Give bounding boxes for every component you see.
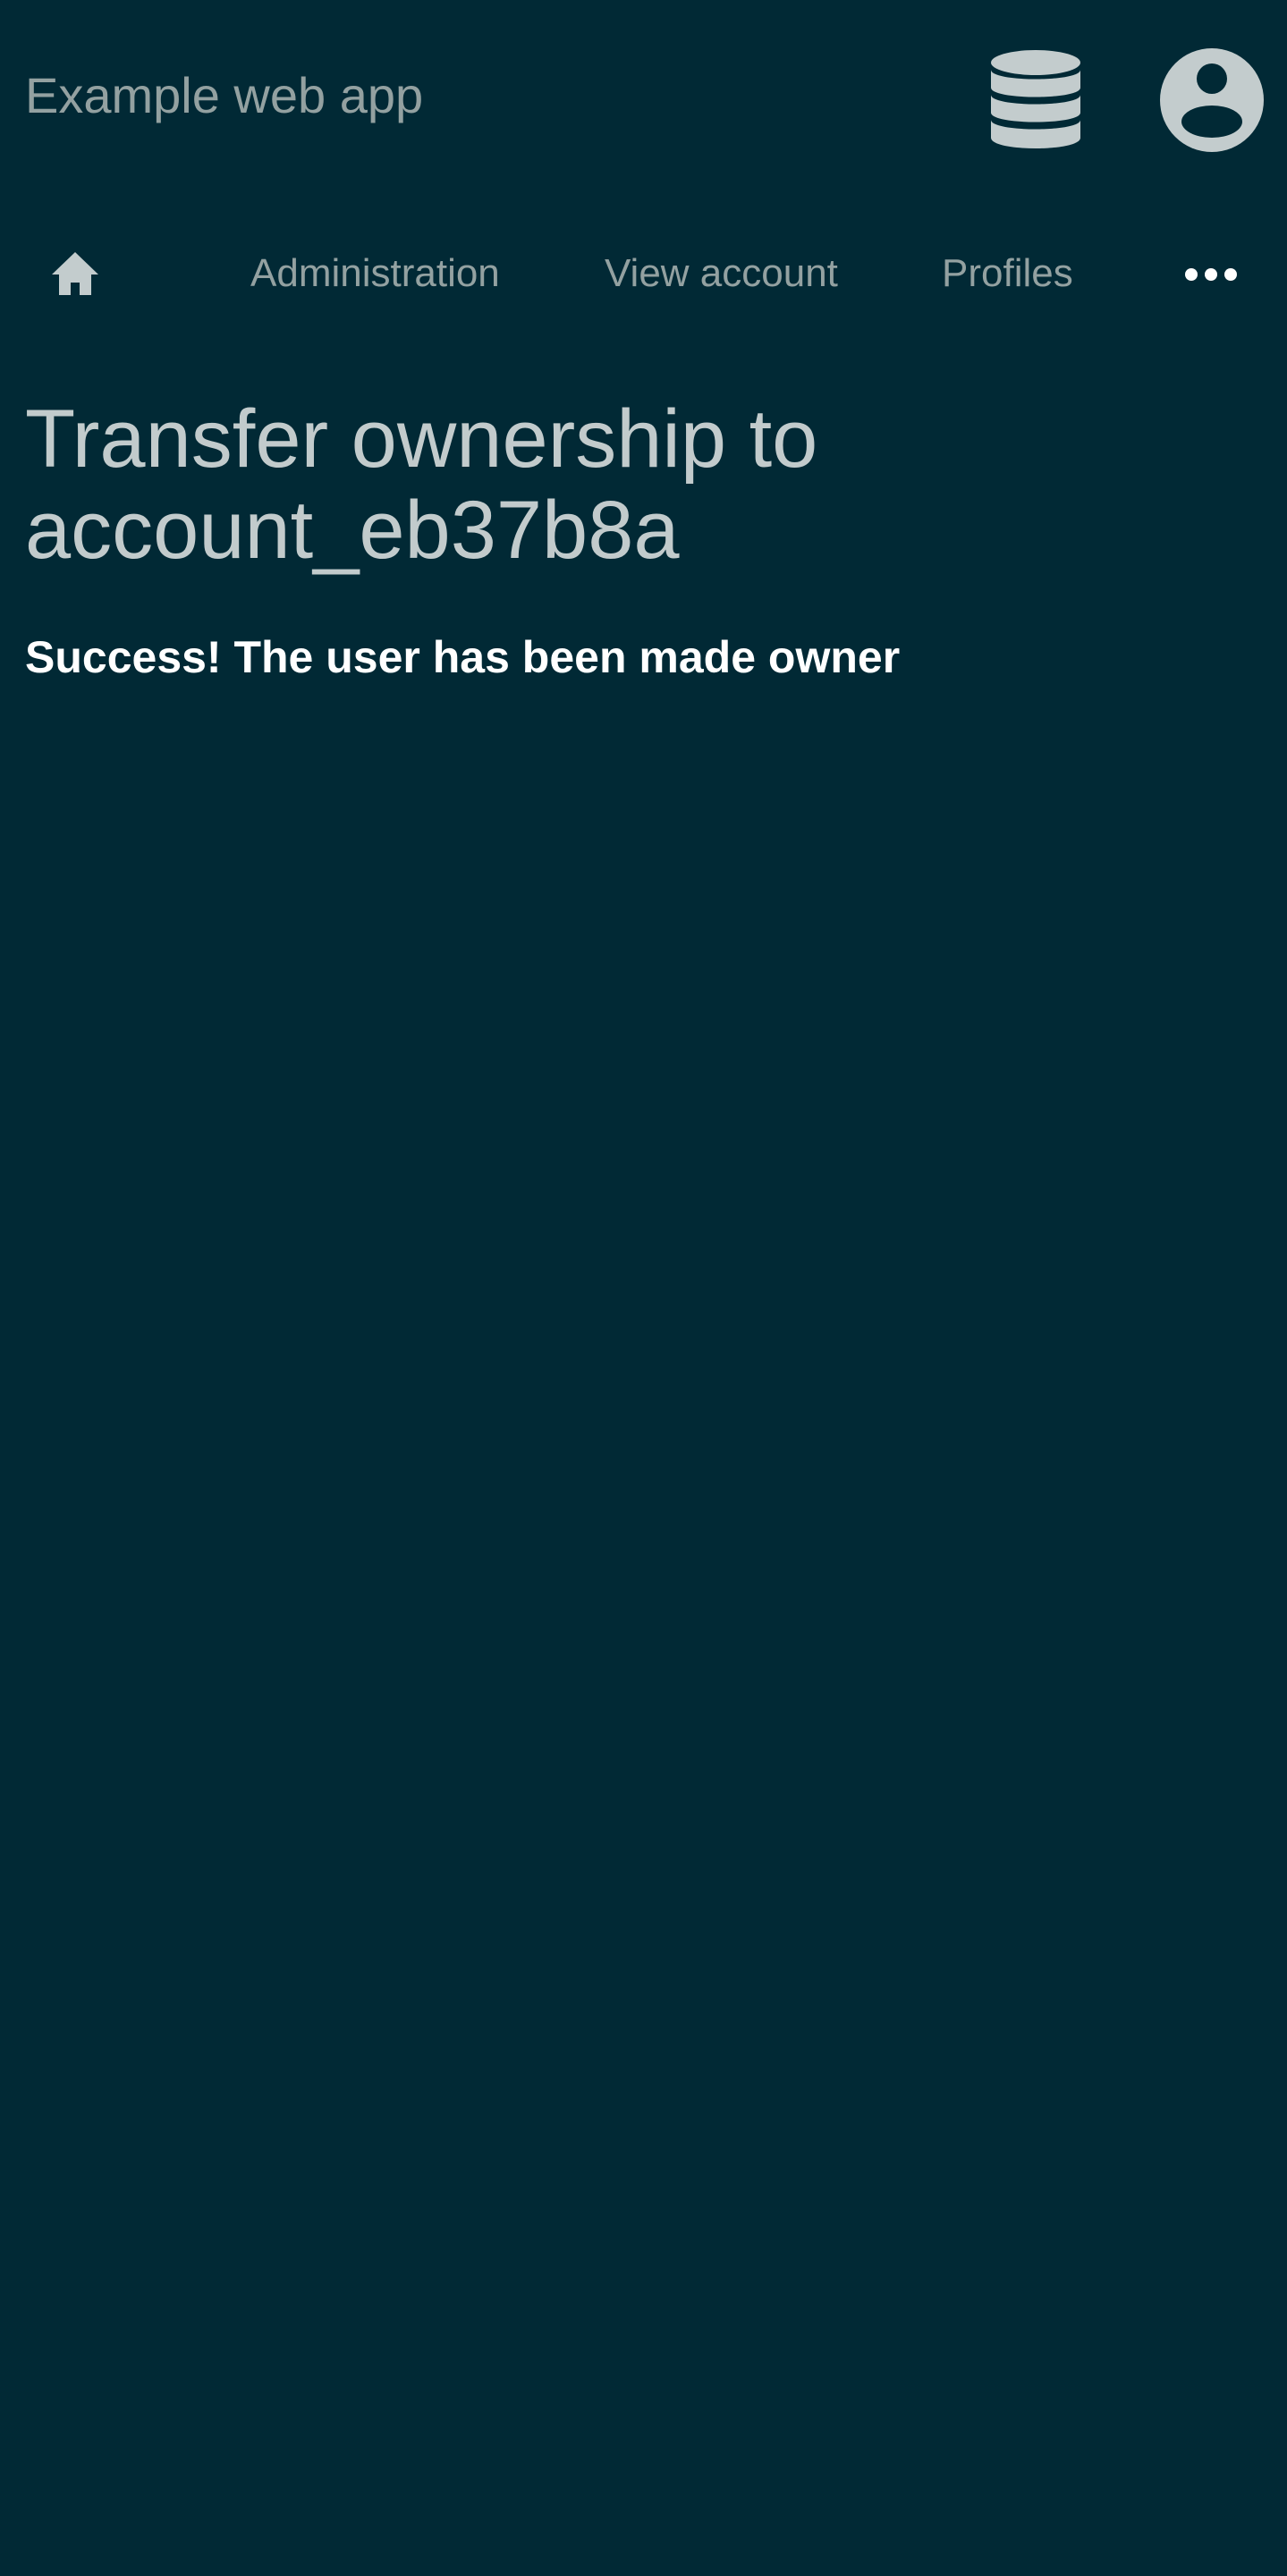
page-title: Transfer ownership to account_eb37b8a: [25, 393, 818, 576]
nav-item-administration[interactable]: Administration: [250, 247, 500, 300]
more-horizontal-icon[interactable]: [1184, 261, 1238, 288]
success-message: Success! The user has been made owner: [25, 632, 901, 682]
user-circle-icon[interactable]: [1160, 48, 1264, 152]
home-icon[interactable]: [48, 247, 102, 300]
main-nav: Administration View account Profiles: [0, 229, 1287, 318]
app-title-link[interactable]: Example web app: [25, 64, 423, 127]
nav-item-profiles[interactable]: Profiles: [942, 247, 1073, 300]
app-header: Example web app: [0, 0, 1287, 191]
nav-item-view-account[interactable]: View account: [605, 247, 838, 300]
database-icon[interactable]: [991, 48, 1080, 152]
